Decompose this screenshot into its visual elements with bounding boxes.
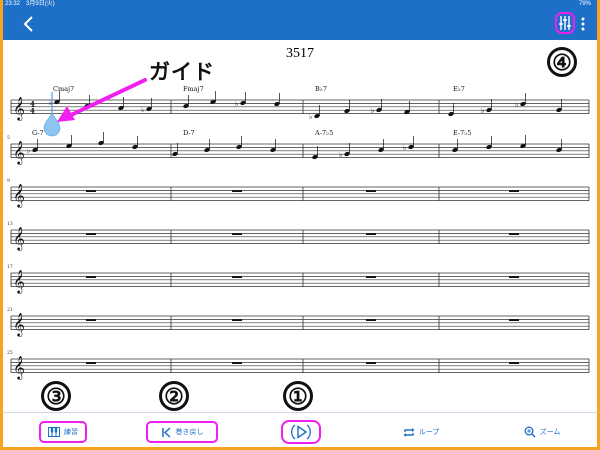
whole-rest <box>366 319 376 321</box>
score-view[interactable]: 3517 𝄞 4 4 𝄞 5 𝄞 9 𝄞 13 𝄞 17 𝄞 21 𝄞 25 Cmaj7 Fmaj7 B♭7 E♭7… <box>3 40 597 412</box>
status-bar: 23:32 3月9日(火) 79% <box>3 0 597 8</box>
whole-rest <box>366 276 376 278</box>
chord-symbol: G-7 <box>32 129 44 137</box>
measure-number: 21 <box>7 307 13 313</box>
bottom-toolbar: 練習 巻き戻し ループ ズーム <box>3 412 597 447</box>
whole-rest <box>232 362 242 364</box>
treble-clef: 𝄞 <box>13 183 25 208</box>
measure-number: 13 <box>7 221 13 227</box>
whole-rest <box>232 190 242 192</box>
whole-rest <box>86 190 96 192</box>
loop-button[interactable]: ループ <box>396 421 446 443</box>
whole-rest <box>232 233 242 235</box>
zoom-in-icon <box>524 426 536 438</box>
annotation-badge-4: ④ <box>547 47 577 77</box>
flat-accidental: ♭ <box>309 113 312 121</box>
mixer-sliders-icon <box>559 16 571 30</box>
back-button[interactable] <box>19 13 39 35</box>
annotation-badge-2: ② <box>159 381 189 411</box>
measure-number: 5 <box>7 135 10 141</box>
practice-label: 練習 <box>64 429 78 436</box>
treble-clef: 𝄞 <box>13 226 25 251</box>
piano-keyboard-icon <box>48 427 60 437</box>
flat-accidental: ♭ <box>235 100 238 108</box>
play-icon <box>291 424 311 440</box>
rewind-label: 巻き戻し <box>175 429 204 436</box>
flat-accidental: ♭ <box>141 106 144 114</box>
whole-rest <box>509 362 519 364</box>
rewind-button[interactable]: 巻き戻し <box>146 421 218 443</box>
treble-clef: 𝄞 <box>13 140 25 165</box>
loop-icon <box>403 427 415 437</box>
chord-symbol: B♭7 <box>315 85 327 93</box>
annotation-badge-3: ③ <box>41 381 71 411</box>
flat-accidental: ♭ <box>403 144 406 152</box>
treble-clef: 𝄞 <box>13 269 25 294</box>
flat-accidental: ♭ <box>515 101 518 109</box>
measure-number: 25 <box>7 350 13 356</box>
zoom-button[interactable]: ズーム <box>518 421 566 443</box>
whole-rest <box>86 362 96 364</box>
skip-back-icon <box>161 426 171 438</box>
whole-rest <box>86 233 96 235</box>
chord-symbol: E♭7 <box>453 85 465 93</box>
guide-drop-icon <box>43 112 61 137</box>
whole-rest <box>366 190 376 192</box>
chord-symbol: E-7♭5 <box>453 129 471 137</box>
measure-number: 17 <box>7 264 13 270</box>
score-staff-area: 𝄞 44𝄞5𝄞9𝄞13𝄞17𝄞21𝄞25Cmaj7 Fmaj7 B♭7 E♭7G-7 D-… <box>7 78 590 380</box>
treble-clef: 𝄞 <box>13 312 25 337</box>
chord-symbol: A-7♭5 <box>314 129 333 137</box>
treble-clef: 𝄞 <box>13 96 25 121</box>
mixer-button[interactable] <box>555 12 575 34</box>
guide-label: ガイド <box>149 61 215 84</box>
app-frame: 23:32 3月9日(火) 79% 3517 𝄞 4 4 𝄞 5 𝄞 9 𝄞 13 𝄞 17 𝄞 21 𝄞… <box>3 0 597 447</box>
play-button[interactable] <box>281 420 321 444</box>
zoom-label: ズーム <box>539 429 561 436</box>
treble-clef: 𝄞 <box>13 355 25 380</box>
annotation-badge-1: ① <box>283 381 313 411</box>
whole-rest <box>509 276 519 278</box>
whole-rest <box>366 362 376 364</box>
more-vertical-icon <box>581 17 585 31</box>
whole-rest <box>86 319 96 321</box>
whole-rest <box>509 190 519 192</box>
whole-rest <box>509 319 519 321</box>
guide-arrow-shaft <box>67 78 147 118</box>
more-button[interactable] <box>578 14 588 34</box>
flat-accidental: ♭ <box>481 107 484 115</box>
chord-symbol: Cmaj7 <box>53 85 74 93</box>
status-time-date: 23:32 3月9日(火) <box>5 1 55 7</box>
app-bar <box>3 8 597 40</box>
flat-accidental: ♭ <box>371 107 374 115</box>
flat-accidental: ♭ <box>339 151 342 159</box>
whole-rest <box>366 233 376 235</box>
flat-accidental: ♭ <box>27 147 30 155</box>
chord-symbol: D-7 <box>183 129 195 137</box>
practice-button[interactable]: 練習 <box>39 421 87 443</box>
whole-rest <box>86 276 96 278</box>
whole-rest <box>509 233 519 235</box>
chevron-left-icon <box>23 16 33 32</box>
measure-number: 9 <box>7 178 10 184</box>
whole-rest <box>232 276 242 278</box>
whole-rest <box>232 319 242 321</box>
time-signature-bottom: 4 <box>30 106 35 115</box>
chord-symbol: Fmaj7 <box>183 85 204 93</box>
loop-label: ループ <box>418 429 440 436</box>
status-battery: 79% <box>578 1 591 7</box>
